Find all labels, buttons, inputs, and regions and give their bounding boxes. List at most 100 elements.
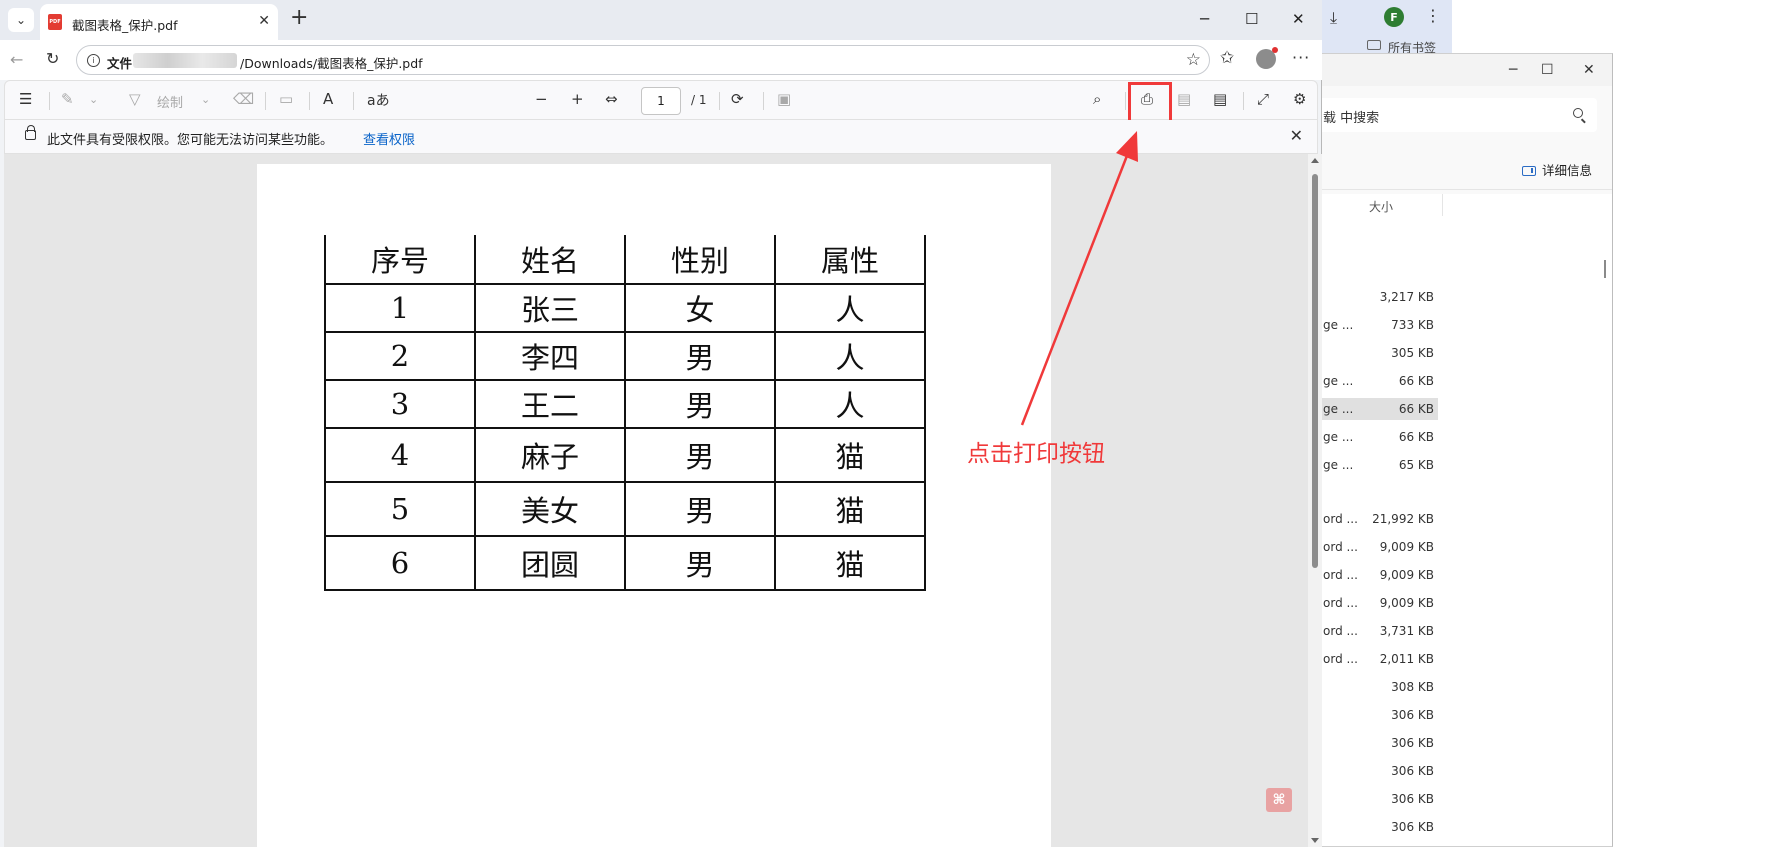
column-separator (1442, 194, 1443, 216)
close-icon[interactable]: ✕ (1292, 10, 1305, 28)
file-type-label: ord ... (1323, 624, 1358, 638)
pdf-viewport: 序号 姓名 性别 属性 1 张三女人 2 李四男人 3 王二男人 4 麻子男猫 5 美女男猫 6 团圆男猫 (4, 154, 1308, 847)
scroll-thumb[interactable] (1312, 174, 1318, 568)
tab-strip: ⌄ PDF 截图表格_保护.pdf ✕ + ─ ☐ ✕ (0, 0, 1322, 40)
details-label: 详细信息 (1541, 163, 1592, 178)
file-size-label: 21,992 KB (1372, 512, 1434, 526)
plus-icon: + (290, 5, 309, 30)
address-bar-row: ← ↻ i 文件 /Downloads/截图表格_保护.pdf ☆ ✩ ··· (0, 40, 1322, 80)
scroll-down-arrow-icon[interactable] (1311, 838, 1319, 843)
table-cell: 人 (774, 283, 926, 333)
maximize-icon[interactable]: ☐ (1541, 62, 1554, 78)
table-header-row: 序号 姓名 性别 属性 (324, 235, 926, 285)
toolbar-divider (49, 92, 50, 110)
tab-pdf[interactable]: PDF 截图表格_保护.pdf ✕ (40, 4, 278, 40)
zoom-out-icon[interactable]: − (535, 90, 548, 108)
background-tabstrip: ⤓ F ⋮ (1322, 0, 1452, 36)
minimize-icon[interactable]: ─ (1200, 10, 1209, 28)
save-as-icon[interactable]: ▤ (1213, 90, 1227, 108)
search-icon[interactable]: ⌕ (1093, 90, 1101, 108)
close-icon[interactable]: ✕ (1583, 62, 1595, 78)
translate-button[interactable]: aあ (367, 90, 390, 110)
table-cell: 人 (774, 331, 926, 381)
file-explorer-window: ─ ☐ ✕ 载 中搜索 详细信息 大小 3,217 KB ge ... 733 KB… (1300, 53, 1613, 847)
lock-icon (25, 125, 36, 140)
page-total: / 1 (691, 93, 707, 107)
close-icon[interactable]: ✕ (258, 13, 270, 29)
pdf-page: 序号 姓名 性别 属性 1 张三女人 2 李四男人 3 王二男人 4 麻子男猫 5 美女男猫 6 团圆男猫 (257, 164, 1051, 847)
reload-icon[interactable]: ↻ (46, 49, 59, 68)
table-cell: 李四 (474, 331, 626, 381)
more-options-icon[interactable]: ⋮ (1425, 6, 1441, 25)
table-cell: 6 (324, 535, 476, 591)
adobe-acrobat-icon[interactable]: ⌘ (1266, 788, 1292, 812)
file-size-label: 306 KB (1391, 736, 1434, 750)
table-cell: 男 (624, 427, 776, 483)
chevron-down-icon[interactable]: ⌄ (89, 93, 98, 106)
page-number-input[interactable]: 1 (641, 87, 681, 115)
scroll-up-arrow-icon[interactable] (1311, 158, 1319, 163)
page-view-icon[interactable]: ▣ (777, 90, 791, 108)
avatar[interactable] (1256, 47, 1278, 69)
pdf-data-table: 序号 姓名 性别 属性 1 张三女人 2 李四男人 3 王二男人 4 麻子男猫 5 美女男猫 6 团圆男猫 (324, 235, 926, 591)
table-cell: 张三 (474, 283, 626, 333)
table-header-cell: 序号 (324, 235, 476, 285)
pdf-toolbar: ☰ ✎ ⌄ ▽ 绘制 ⌄ ⌫ ▭ A aあ − + ⇔ 1 / 1 ⟳ ▣ ⌕ … (4, 80, 1318, 127)
info-icon[interactable]: i (87, 54, 100, 67)
draw-icon[interactable]: ▽ (129, 90, 141, 108)
table-row: 4 麻子男猫 (324, 427, 926, 483)
draw-label: 绘制 (157, 96, 184, 111)
file-size-label: 306 KB (1391, 820, 1434, 834)
favorites-icon[interactable]: ✩ (1220, 48, 1234, 68)
file-type-label: ge ... (1323, 318, 1354, 332)
chevron-down-icon[interactable]: ⌄ (201, 93, 210, 106)
table-header-cell: 性别 (624, 235, 776, 285)
chevron-down-icon: ⌄ (15, 13, 27, 27)
toolbar-divider (719, 92, 720, 110)
table-cell: 男 (624, 481, 776, 537)
file-size-label: 306 KB (1391, 792, 1434, 806)
explorer-scrollbar[interactable] (1604, 260, 1606, 278)
restricted-message: 此文件具有受限权限。您可能无法访问某些功能。 (47, 133, 334, 148)
fullscreen-icon[interactable]: ⤢ (1257, 90, 1269, 108)
more-options-icon[interactable]: ··· (1292, 48, 1310, 67)
table-cell: 猫 (774, 427, 926, 483)
gear-icon[interactable]: ⚙ (1293, 90, 1306, 108)
table-cell: 5 (324, 481, 476, 537)
text-box-icon[interactable]: ▭ (279, 90, 293, 108)
toolbar-divider (763, 92, 764, 110)
avatar[interactable]: F (1384, 7, 1404, 27)
view-permissions-link[interactable]: 查看权限 (363, 129, 415, 148)
zoom-in-icon[interactable]: + (571, 90, 584, 108)
contents-list-icon[interactable]: ☰ (19, 90, 32, 108)
size-column-header[interactable]: 大小 (1369, 198, 1393, 215)
maximize-icon[interactable]: ☐ (1245, 10, 1258, 28)
table-header-cell: 属性 (774, 235, 926, 285)
address-input[interactable]: i 文件 /Downloads/截图表格_保护.pdf ☆ (76, 45, 1210, 75)
star-icon[interactable]: ☆ (1186, 50, 1201, 70)
file-type-label: ord ... (1323, 652, 1358, 666)
fit-to-width-icon[interactable]: ⇔ (605, 90, 618, 108)
toolbar-divider (309, 92, 310, 110)
read-aloud-icon[interactable]: A (323, 90, 333, 108)
minimize-icon[interactable]: ─ (1509, 62, 1517, 78)
rotate-icon[interactable]: ⟳ (731, 90, 744, 108)
close-icon[interactable]: ✕ (1290, 126, 1303, 145)
back-arrow-icon[interactable]: ← (10, 50, 23, 69)
file-size-label: 66 KB (1398, 430, 1434, 444)
save-icon[interactable]: ▤ (1177, 90, 1191, 108)
download-icon[interactable]: ⤓ (1330, 8, 1337, 28)
explorer-search-box[interactable]: 载 中搜索 (1301, 98, 1597, 132)
file-size-label: 3,731 KB (1379, 624, 1434, 638)
new-tab-button[interactable]: + (290, 7, 308, 29)
tab-actions-button[interactable]: ⌄ (8, 8, 34, 32)
table-header-cell: 姓名 (474, 235, 626, 285)
file-type-label: ge ... (1323, 402, 1354, 416)
file-size-label: 308 KB (1391, 680, 1434, 694)
eraser-icon[interactable]: ⌫ (233, 90, 254, 108)
file-size-label: 66 KB (1398, 374, 1434, 388)
highlight-icon[interactable]: ✎ (61, 90, 74, 108)
pdf-scrollbar[interactable] (1308, 154, 1322, 847)
details-pane-button[interactable]: 详细信息 (1521, 160, 1592, 179)
table-cell: 2 (324, 331, 476, 381)
